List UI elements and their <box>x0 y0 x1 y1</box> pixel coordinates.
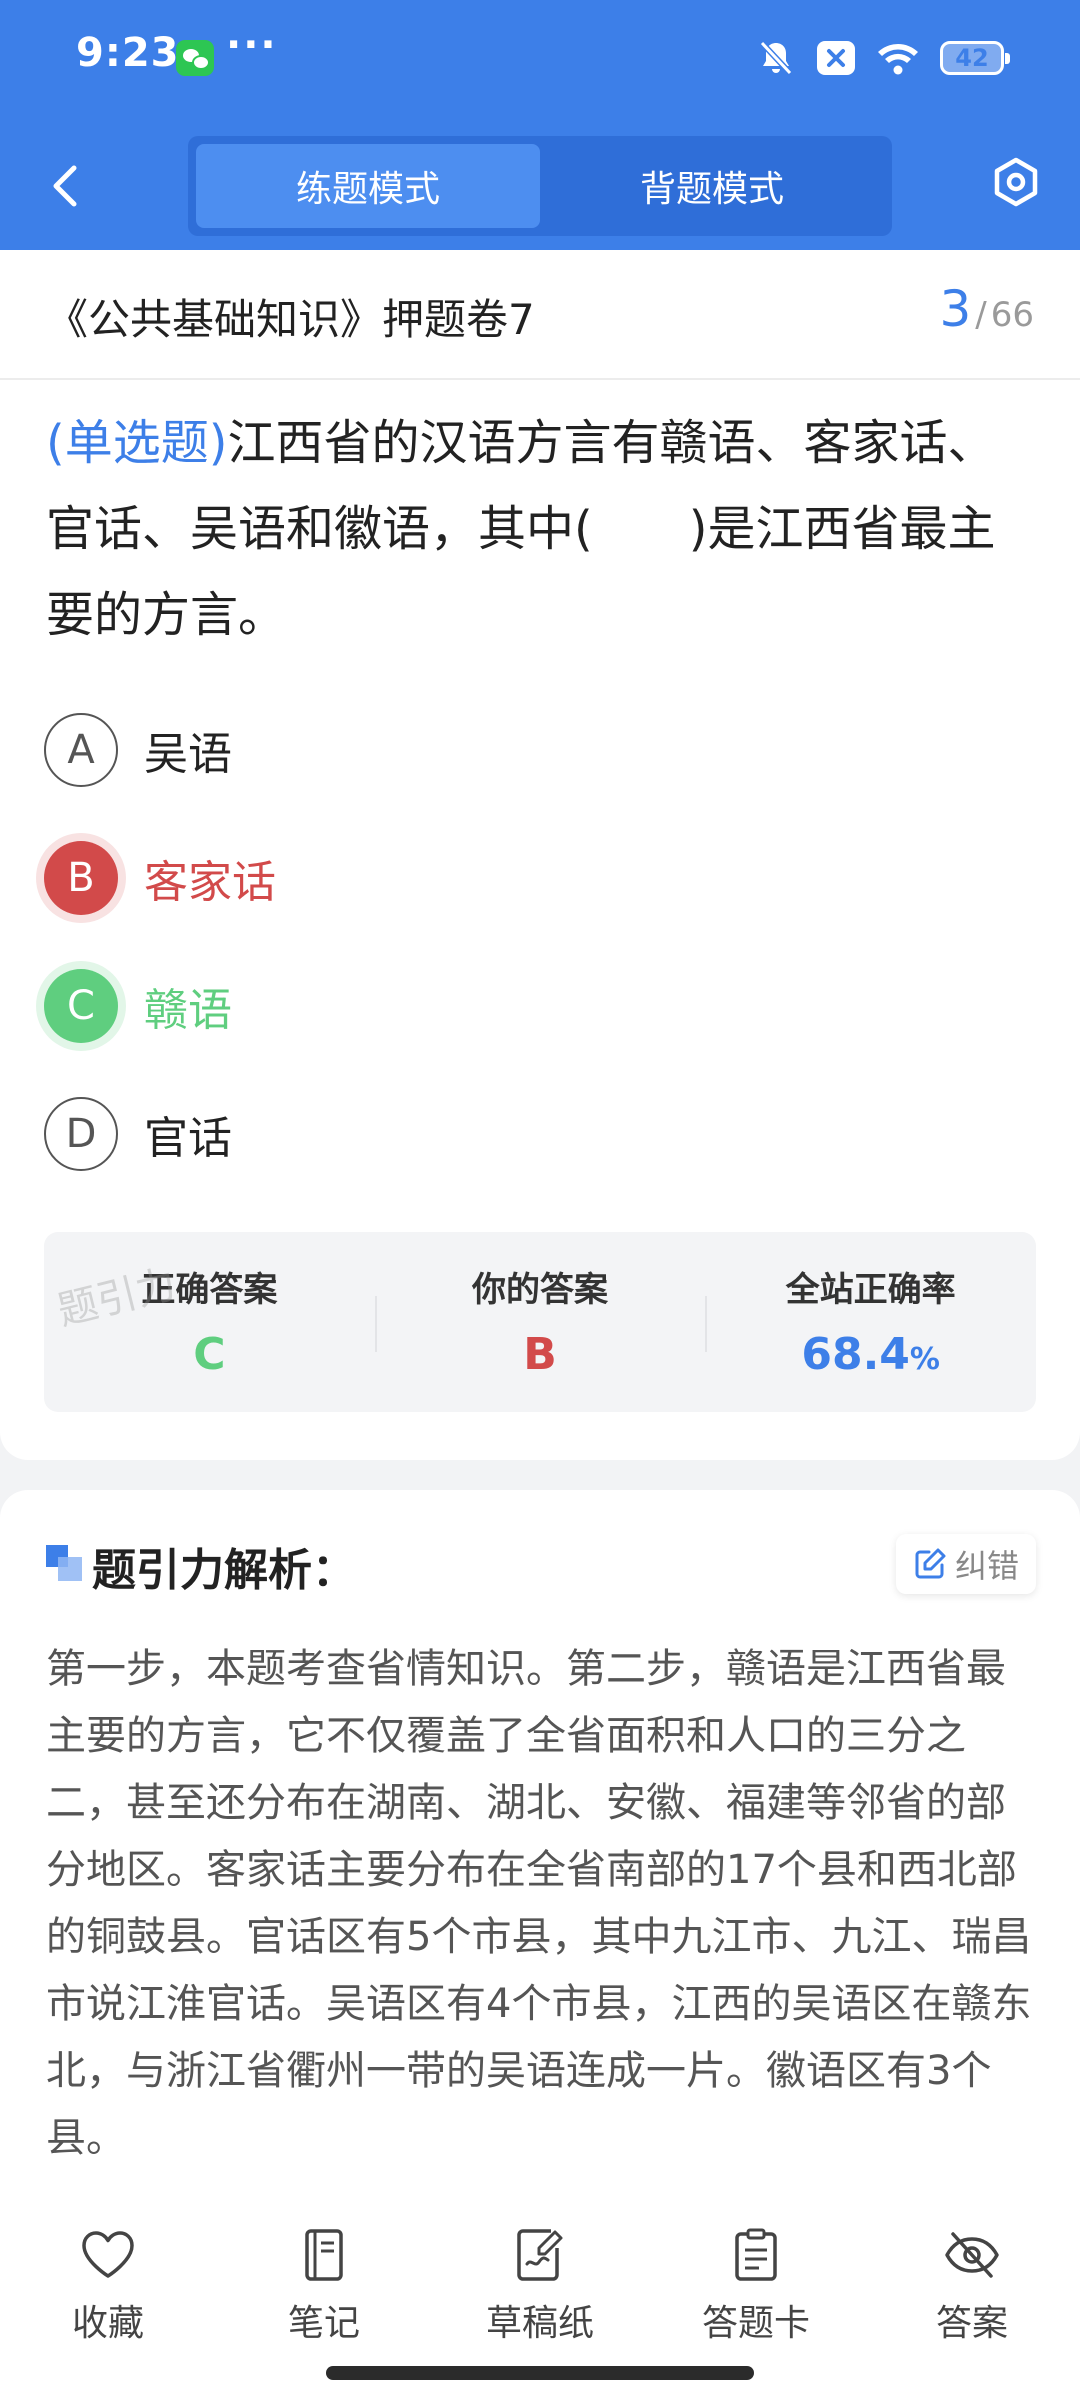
current-question-number: 3 <box>939 280 972 338</box>
option-letter: B <box>44 841 118 915</box>
option-letter: A <box>44 713 118 787</box>
tab-notes[interactable]: 笔记 <box>244 2228 404 2346</box>
accuracy-rate-label: 全站正确率 <box>785 1270 956 1310</box>
progress-separator: / <box>975 295 987 335</box>
tab-favorite-label: 收藏 <box>71 2303 144 2344</box>
status-time: 9:23 <box>76 30 180 76</box>
correct-answer-value: C <box>193 1329 226 1380</box>
question-type: (单选题) <box>46 415 228 471</box>
wifi-icon <box>878 44 918 75</box>
option-d[interactable]: D 官话 <box>44 1096 232 1172</box>
accuracy-rate-value: 68.4% <box>801 1329 940 1380</box>
top-header: 9:23 ··· 42 练题模式 背题模式 <box>0 0 1080 250</box>
tab-memorize-mode[interactable]: 背题模式 <box>540 144 884 228</box>
tab-favorite[interactable]: 收藏 <box>28 2228 188 2346</box>
close-box-icon <box>817 41 855 75</box>
notebook-icon <box>305 2229 343 2281</box>
tab-draft-label: 草稿纸 <box>485 2303 594 2344</box>
tab-answer-label: 答案 <box>935 2303 1008 2344</box>
wechat-icon <box>176 40 214 76</box>
option-a[interactable]: A 吴语 <box>44 712 232 788</box>
report-error-label: 纠错 <box>954 1547 1019 1585</box>
analysis-text: 第一步，本题考查省情知识。第二步，赣语是江西省最主要的方言，它不仅覆盖了全省面积… <box>46 1646 1032 2161</box>
analysis-title: 题引力解析： <box>92 1545 356 1596</box>
option-c[interactable]: C 赣语 <box>44 968 232 1044</box>
question-card: 《公共基础知识》押题卷7 3/66 (单选题)江西省的汉语方言有赣语、客家话、官… <box>0 250 1080 1460</box>
option-letter: C <box>44 969 118 1043</box>
analysis-square-icon <box>46 1545 82 1581</box>
option-b[interactable]: B 客家话 <box>44 840 276 916</box>
your-answer-value: B <box>523 1329 557 1380</box>
question-stem: (单选题)江西省的汉语方言有赣语、客家话、官话、吴语和徽语，其中( )是江西省最… <box>46 400 1036 658</box>
tab-practice-mode[interactable]: 练题模式 <box>196 144 540 228</box>
bottom-toolbar: 收藏 笔记 草稿纸 答题卡 答案 <box>0 2190 1080 2400</box>
accuracy-rate-unit: % <box>909 1342 940 1377</box>
tab-answer-card[interactable]: 答题卡 <box>676 2228 836 2346</box>
option-text: 吴语 <box>144 729 232 780</box>
accuracy-rate-number: 68.4 <box>801 1329 910 1380</box>
analysis-card: 题引力解析： 纠错 第一步，本题考查省情知识。第二步，赣语是江西省最主要的方言，… <box>0 1490 1080 2190</box>
edit-icon <box>915 1548 946 1579</box>
tab-answer[interactable]: 答案 <box>892 2228 1052 2346</box>
mode-switch: 练题模式 背题模式 <box>188 136 892 236</box>
eye-off-icon <box>945 2232 999 2278</box>
bell-mute-icon <box>759 40 793 76</box>
total-questions: 66 <box>990 295 1034 335</box>
your-answer-col: 你的答案 B <box>374 1232 706 1412</box>
settings-icon[interactable] <box>990 156 1042 208</box>
battery-icon: 42 <box>940 41 1010 75</box>
paper-title: 《公共基础知识》押题卷7 <box>46 295 535 344</box>
home-indicator[interactable] <box>326 2366 754 2380</box>
tab-notes-label: 笔记 <box>287 2303 360 2344</box>
option-text: 赣语 <box>144 985 232 1036</box>
option-text: 官话 <box>144 1113 232 1164</box>
accuracy-rate-col: 全站正确率 68.4% <box>705 1232 1036 1412</box>
paper-title-row: 《公共基础知识》押题卷7 3/66 <box>0 250 1080 380</box>
option-text: 客家话 <box>144 857 276 908</box>
your-answer-label: 你的答案 <box>472 1270 608 1310</box>
tab-draft[interactable]: 草稿纸 <box>460 2228 620 2346</box>
report-error-button[interactable]: 纠错 <box>896 1534 1036 1594</box>
question-progress[interactable]: 3/66 <box>939 280 1034 338</box>
draft-icon <box>517 2229 563 2281</box>
option-letter: D <box>44 1097 118 1171</box>
status-icons: 42 <box>756 34 1010 82</box>
status-more-indicator: ··· <box>226 22 278 68</box>
answer-card-icon <box>735 2228 777 2281</box>
back-arrow-icon[interactable] <box>44 158 84 214</box>
answer-summary: 正确答案 C 你的答案 B 全站正确率 68.4% <box>44 1232 1036 1412</box>
heart-icon <box>82 2231 134 2278</box>
tab-answer-card-label: 答题卡 <box>701 2303 810 2344</box>
